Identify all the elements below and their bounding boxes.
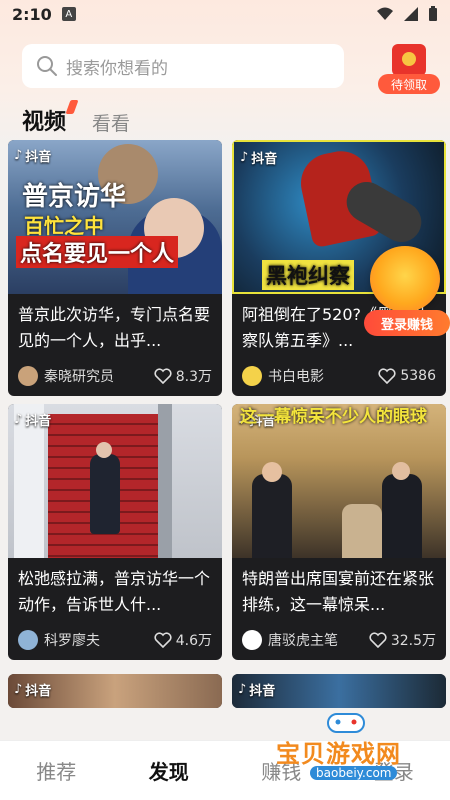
like-count: 5386: [378, 368, 436, 384]
likes-value: 5386: [400, 368, 436, 384]
video-card[interactable]: ♪ 抖音 这一幕惊呆不少人的眼球 特朗普出席国宴前还在紧张排练，这一幕惊呆...…: [232, 404, 446, 660]
avatar: [18, 630, 38, 650]
gamepad-icon: [327, 713, 365, 733]
tiktok-source: ♪ 抖音: [14, 410, 51, 429]
avatar: [18, 366, 38, 386]
like-count: 8.3万: [154, 366, 212, 386]
source-label: 抖音: [249, 684, 276, 699]
reward-button[interactable]: 待领取: [378, 44, 440, 96]
tiktok-icon: ♪: [240, 150, 249, 165]
heart-icon: [369, 632, 387, 648]
login-earn-label: 登录赚钱: [364, 310, 450, 336]
video-card[interactable]: ♪ 抖音: [232, 674, 446, 708]
likes-value: 4.6万: [175, 633, 212, 649]
signal-icon: [404, 7, 418, 21]
tiktok-source: ♪ 抖音: [238, 680, 275, 699]
avatar: [242, 630, 262, 650]
video-title: 松弛感拉满，普京访华一个动作，告诉世人什...: [18, 569, 211, 614]
source-label: 抖音: [25, 684, 52, 699]
tiktok-icon: ♪: [238, 682, 247, 697]
video-meta: 科罗廖夫 4.6万: [8, 620, 222, 660]
author-name: 科罗廖夫: [44, 633, 100, 649]
thumb-caption-1: 这一幕惊呆不少人的眼球: [240, 407, 427, 427]
video-thumbnail: ♪ 抖音: [232, 674, 446, 708]
source-label: 抖音: [25, 150, 52, 165]
author-name: 书白电影: [268, 369, 324, 385]
source-label: 抖音: [25, 414, 52, 429]
video-thumbnail: ♪ 抖音 这一幕惊呆不少人的眼球: [232, 404, 446, 558]
likes-value: 32.5万: [390, 633, 436, 649]
thumb-caption-1: 普京访华: [22, 182, 127, 212]
video-meta: 秦晓研究员 8.3万: [8, 356, 222, 396]
video-thumbnail: ♪ 抖音: [8, 674, 222, 708]
video-meta: 书白电影 5386: [232, 356, 446, 396]
tab-video[interactable]: 视频: [22, 104, 66, 136]
status-time: 2:10: [12, 4, 52, 24]
search-placeholder: 搜索你想看的: [66, 58, 168, 79]
video-card[interactable]: ♪ 抖音: [8, 674, 222, 708]
thumb-caption-1: 黑袍纠察: [262, 260, 354, 290]
site-watermark: 宝贝游戏网 baobeiy.com: [272, 706, 450, 796]
tiktok-icon: ♪: [14, 148, 23, 163]
video-meta: 唐驳虎主笔 32.5万: [232, 620, 446, 660]
video-title: 普京此次访华，专门点名要见的一个人，出乎...: [18, 305, 211, 350]
content-tabs: 视频 看看: [22, 104, 130, 136]
video-card[interactable]: ♪ 抖音 普京访华 百忙之中 点名要见一个人 普京此次访华，专门点名要见的一个人…: [8, 140, 222, 396]
video-thumbnail: ♪ 抖音 普京访华 百忙之中 点名要见一个人: [8, 140, 222, 294]
reward-label: 待领取: [378, 74, 440, 94]
tiktok-source: ♪ 抖音: [14, 680, 51, 699]
tiktok-icon: ♪: [14, 682, 23, 697]
video-card[interactable]: ♪ 抖音 松弛感拉满，普京访华一个动作，告诉世人什... 科罗廖夫 4.6万: [8, 404, 222, 660]
thumb-caption-2: 百忙之中: [24, 214, 104, 238]
likes-value: 8.3万: [175, 369, 212, 385]
tab-kankan[interactable]: 看看: [92, 109, 130, 136]
battery-icon: [429, 6, 437, 21]
tiktok-source: ♪ 抖音: [240, 148, 277, 167]
wifi-icon: [377, 7, 393, 20]
watermark-url: baobeiy.com: [310, 766, 398, 780]
heart-icon: [154, 368, 172, 384]
search-icon: [37, 56, 57, 76]
watermark-text: 宝贝游戏网: [276, 740, 401, 768]
search-input[interactable]: 搜索你想看的: [22, 44, 344, 88]
video-thumbnail: ♪ 抖音: [8, 404, 222, 558]
avatar: [242, 366, 262, 386]
like-count: 4.6万: [154, 630, 212, 650]
nav-discover[interactable]: 发现: [149, 756, 189, 785]
thumb-caption-3: 点名要见一个人: [16, 236, 179, 268]
nav-recommend[interactable]: 推荐: [36, 756, 76, 785]
tiktok-source: ♪ 抖音: [14, 146, 51, 165]
tiktok-icon: ♪: [14, 412, 23, 427]
heart-icon: [378, 368, 396, 384]
status-bar: 2:10 A: [0, 0, 450, 28]
login-earn-button[interactable]: 登录赚钱: [364, 246, 450, 342]
like-count: 32.5万: [369, 630, 436, 650]
notification-icon: A: [61, 7, 76, 21]
red-envelope-icon: [392, 44, 426, 76]
author-name: 唐驳虎主笔: [268, 633, 338, 649]
treasure-icon: [370, 246, 440, 312]
video-title: 特朗普出席国宴前还在紧张排练，这一幕惊呆...: [242, 569, 435, 614]
heart-icon: [154, 632, 172, 648]
author-name: 秦晓研究员: [44, 369, 114, 385]
source-label: 抖音: [251, 152, 278, 167]
